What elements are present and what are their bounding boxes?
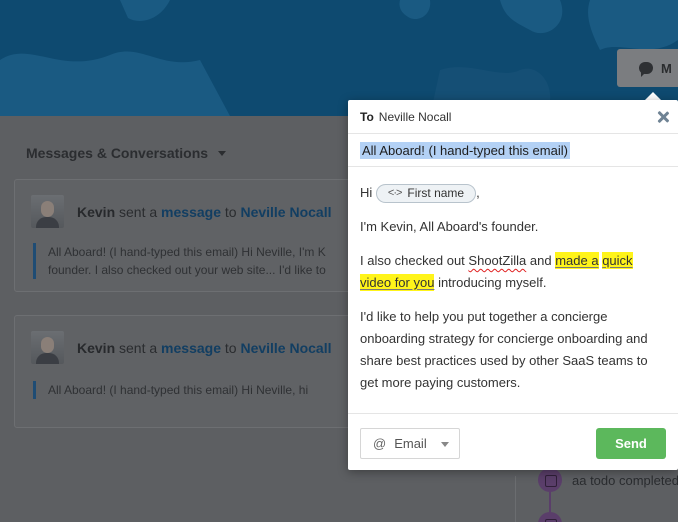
channel-select[interactable]: @ Email — [360, 428, 460, 459]
subject-field[interactable]: All Aboard! (I hand-typed this email) — [348, 134, 678, 167]
to-label: To — [360, 109, 374, 124]
sender-name: Kevin — [77, 204, 116, 220]
recipient-link[interactable]: Neville Nocall — [240, 340, 331, 356]
video-link-highlight[interactable]: made a — [555, 252, 599, 269]
close-icon[interactable] — [656, 110, 670, 124]
body-paragraph: I also checked out ShootZilla and made a… — [360, 252, 633, 291]
chevron-down-icon — [441, 442, 449, 447]
section-title-text: Messages & Conversations — [26, 145, 209, 161]
avatar — [31, 195, 64, 228]
world-map-graphic — [0, 0, 678, 116]
message-link[interactable]: message — [161, 204, 221, 220]
compose-popover: To Neville Nocall All Aboard! (I hand-ty… — [348, 100, 678, 470]
message-body-editor[interactable]: Hi <·> First name , I'm Kevin, All Aboar… — [360, 182, 666, 406]
body-paragraph: I'm Kevin, All Aboard's founder. — [360, 219, 539, 234]
send-button[interactable]: Send — [596, 428, 666, 459]
timeline-panel: aa todo completed — [515, 468, 678, 522]
sender-name: Kevin — [77, 340, 116, 356]
greeting-line: Hi <·> First name , — [360, 182, 666, 204]
messages-button-label: M — [661, 60, 672, 76]
message-card: Kevin sent a message to Neville Nocall A… — [14, 179, 374, 292]
messages-button[interactable]: M — [617, 49, 678, 87]
popover-arrow — [645, 92, 661, 100]
message-summary: Kevin sent a message to Neville Nocall — [77, 340, 332, 356]
todo-check-icon — [538, 468, 562, 492]
message-preview: All Aboard! (I hand-typed this email) Hi… — [33, 243, 363, 279]
todo-check-icon — [538, 512, 562, 522]
subject-text: All Aboard! (I hand-typed this email) — [360, 141, 570, 159]
hero-banner: M — [0, 0, 678, 116]
to-recipient: Neville Nocall — [378, 109, 452, 124]
to-row: To Neville Nocall — [348, 100, 678, 134]
messages-section-title[interactable]: Messages & Conversations — [26, 145, 227, 161]
avatar — [31, 331, 64, 364]
body-paragraph: I'd like to help you put together a conc… — [360, 309, 648, 390]
message-preview: All Aboard! (I hand-typed this email) Hi… — [33, 381, 363, 399]
channel-select-label: Email — [394, 436, 427, 451]
compose-footer: @ Email Send — [348, 413, 678, 470]
message-summary: Kevin sent a message to Neville Nocall — [77, 204, 332, 220]
first-name-variable-token[interactable]: <·> First name — [375, 184, 477, 204]
chat-bubble-icon — [639, 62, 653, 77]
recipient-link[interactable]: Neville Nocall — [240, 204, 331, 220]
message-link[interactable]: message — [161, 340, 221, 356]
chevron-down-icon — [218, 150, 227, 156]
at-sign-icon: @ — [373, 436, 387, 451]
code-brackets-icon: <·> — [387, 187, 402, 200]
misspelled-word: ShootZilla — [468, 253, 527, 268]
timeline-item-text: aa todo completed — [572, 473, 678, 488]
message-card: Kevin sent a message to Neville Nocall A… — [14, 315, 374, 428]
